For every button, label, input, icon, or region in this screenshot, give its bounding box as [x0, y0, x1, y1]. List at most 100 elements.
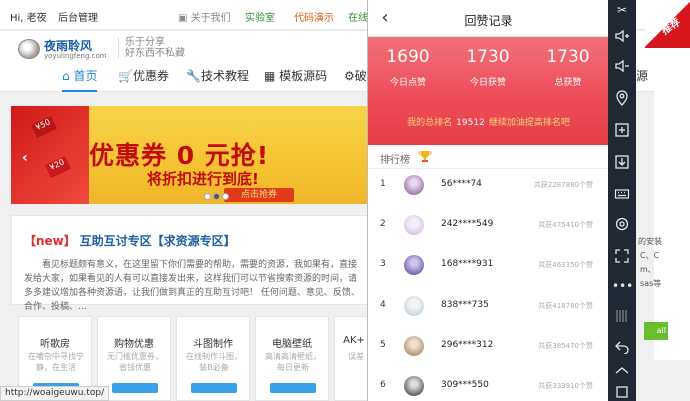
recent-apps-icon[interactable]	[612, 382, 632, 401]
add-app-icon[interactable]	[612, 120, 632, 140]
row-user: 296****312	[441, 340, 494, 350]
nav-tutorials[interactable]: 🔧技术教程	[186, 66, 249, 92]
banner-dot[interactable]	[204, 193, 211, 200]
banner-prev-arrow-icon[interactable]: ‹	[22, 150, 28, 166]
settings-icon[interactable]	[612, 214, 632, 234]
volume-up-icon[interactable]	[612, 26, 632, 46]
banner-title: 优惠券 0 元抢!	[89, 141, 270, 170]
apk-install-icon[interactable]	[612, 152, 632, 172]
banner-dot[interactable]	[213, 193, 220, 200]
tool-card[interactable]: 电脑壁纸 高清高清壁纸，每日更新	[255, 316, 329, 401]
greeting-link[interactable]: Hi, 老夜	[10, 9, 47, 24]
nav-tutorials-label: 技术教程	[200, 69, 249, 83]
row-total: 共获333910个赞	[538, 382, 593, 390]
right-column-text: 的安装	[638, 237, 662, 246]
my-rank-line: 我的总排名 19512 继续加油提高排名吧	[368, 115, 608, 128]
tool-card-button[interactable]	[270, 383, 316, 393]
nav-home-label: 首页	[73, 69, 98, 83]
tool-card-desc: 无门槛优惠券，省钱优惠	[107, 352, 163, 372]
leaderboard-row[interactable]: 1 56****74 共获2287880个赞	[368, 166, 608, 207]
coupon-banner[interactable]: ¥50 ¥20 优惠券 0 元抢! 将折扣进行到底! 点击抢券	[11, 106, 368, 204]
banner-pagination	[204, 190, 231, 203]
stats-panel: 1690 今日点赞 1730 今日获赞 1730 总获赞 我的总排名 19512 继…	[368, 37, 608, 145]
row-user: 168****931	[441, 259, 494, 269]
leaderboard-row[interactable]: 3 168****931 共获463350个赞	[368, 246, 608, 287]
leaderboard-row[interactable]: 4 838***735 共获418780个赞	[368, 287, 608, 328]
right-column-button[interactable]: all	[644, 322, 668, 340]
leaderboard-row[interactable]: 5 296****312 共获385470个赞	[368, 327, 608, 368]
stat-total-received: 1730 总获赞	[528, 47, 608, 88]
admin-link[interactable]: 后台管理	[58, 9, 98, 24]
avatar	[404, 215, 424, 235]
code-demo-link[interactable]: 代码演示	[294, 9, 334, 24]
right-column-text: m、	[640, 265, 656, 274]
stat-value: 1730	[546, 47, 590, 67]
logo-subtitle: yoyulingfeng.com	[44, 52, 107, 60]
notice-title[interactable]: 【new】 互助互讨专区【求资源专区】	[24, 232, 236, 249]
row-rank: 6	[380, 380, 386, 390]
emulator-toolbar: ✂ •••	[608, 0, 636, 401]
wrench-icon: 🔧	[186, 69, 201, 83]
tool-card-button[interactable]	[112, 383, 158, 393]
banner-grab-button[interactable]: 点击抢券	[224, 188, 294, 202]
row-total: 共获385470个赞	[538, 342, 593, 350]
fullscreen-icon[interactable]	[612, 246, 632, 266]
nav-templates-label: 模板源码	[279, 69, 328, 83]
trophy-icon	[418, 151, 432, 162]
scissors-icon[interactable]: ✂	[612, 0, 632, 20]
stat-value: 1690	[386, 47, 430, 67]
more-icon[interactable]: •••	[612, 276, 633, 296]
keyboard-icon[interactable]	[612, 184, 632, 204]
tool-card-button[interactable]	[191, 383, 237, 393]
row-total: 共获475410个赞	[538, 221, 593, 229]
tool-card[interactable]: 斗图制作 在线制作斗图，装B必备	[176, 316, 250, 401]
notice-panel: 【new】 互助互讨专区【求资源专区】 看见标题颇有意义，在这里留下你们需要的帮…	[11, 215, 368, 312]
leaderboard-row[interactable]: 2 242****549 共获475410个赞	[368, 206, 608, 247]
tool-card-desc: 高清高清壁纸，每日更新	[265, 352, 321, 372]
layout-icon: ▦	[264, 69, 276, 83]
row-total: 共获418780个赞	[538, 302, 593, 310]
stat-today-likes: 1690 今日点赞	[368, 47, 448, 88]
online-link[interactable]: 在线	[348, 9, 368, 24]
tool-card-title: 电脑壁纸	[272, 339, 312, 350]
leaderboard-row[interactable]: 6 309***550 共获333910个赞	[368, 367, 608, 401]
about-us-link[interactable]: ▣ 关于我们	[178, 9, 231, 24]
banner-dot[interactable]	[222, 193, 229, 200]
avatar	[404, 255, 424, 275]
stat-today-received: 1730 今日获赞	[448, 47, 528, 88]
row-rank: 1	[380, 179, 386, 189]
right-column-partial	[654, 60, 690, 360]
nav-right-partial[interactable]: 源	[636, 66, 648, 92]
logo-icon	[18, 39, 40, 59]
avatar	[404, 336, 424, 356]
location-icon[interactable]	[612, 88, 632, 108]
stat-label: 今日获赞	[469, 78, 506, 88]
nav-templates[interactable]: ▦ 模板源码	[264, 66, 327, 92]
row-rank: 2	[380, 219, 386, 229]
avatar	[404, 175, 424, 195]
nav-back-icon[interactable]	[612, 336, 632, 356]
nav-coupons[interactable]: 🛒优惠券	[118, 66, 169, 92]
corner-ribbon: 推荐	[645, 0, 690, 48]
right-column-text: sas等	[640, 279, 662, 288]
nav-crack-label: 破	[354, 69, 367, 83]
status-bar-url: http://woaigeuwu.top/	[0, 386, 110, 401]
banner-tag: ¥50	[31, 116, 57, 138]
lab-link[interactable]: 实验室	[245, 9, 275, 24]
stat-label: 总获赞	[554, 78, 582, 88]
cart-icon: 🛒	[118, 69, 133, 83]
leaderboard-label: 排行榜	[380, 155, 410, 166]
nav-crack[interactable]: ⚙破	[344, 66, 367, 92]
site-logo[interactable]: 夜雨聆风 yoyulingfeng.com	[18, 37, 108, 63]
stat-label: 今日点赞	[389, 78, 426, 88]
back-icon[interactable]	[612, 306, 632, 326]
tool-card-title: 斗图制作	[193, 339, 233, 350]
right-column-text: C、C	[640, 251, 660, 260]
home-icon[interactable]	[612, 360, 632, 380]
volume-down-icon[interactable]	[612, 56, 632, 76]
tool-card-title: 听歌房	[40, 339, 70, 350]
phone-header: ‹ 回赞记录	[368, 0, 608, 37]
row-user: 242****549	[441, 219, 494, 229]
nav-home[interactable]: ⌂ 首页	[62, 66, 98, 92]
notice-heading: 互助互讨专区【求资源专区】	[79, 234, 236, 248]
